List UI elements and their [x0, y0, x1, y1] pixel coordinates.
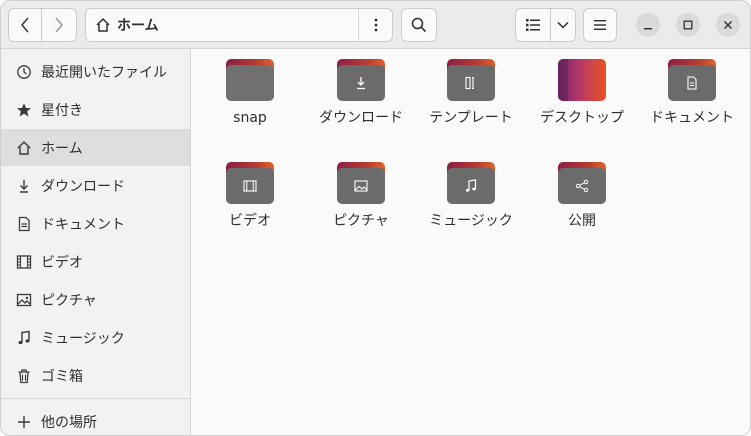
home-icon — [96, 17, 110, 32]
file-item-templates[interactable]: テンプレート — [421, 59, 521, 130]
file-item-desktop[interactable]: デスクトップ — [532, 59, 632, 130]
sidebar-item-videos[interactable]: ビデオ — [1, 243, 190, 280]
desktop-folder-icon — [558, 59, 606, 101]
file-item-videos[interactable]: ビデオ — [200, 162, 300, 233]
sidebar-item-recent[interactable]: 最近開いたファイル — [1, 53, 190, 90]
video-icon — [16, 254, 32, 270]
sidebar: 最近開いたファイル 星付き ホーム ダウンロード ドキュメント ビデオ ピクチャ… — [1, 49, 191, 435]
path-menu-button[interactable] — [358, 9, 392, 41]
folder-icon — [226, 59, 274, 101]
sidebar-item-other-locations[interactable]: 他の場所 — [1, 403, 190, 435]
download-icon — [16, 178, 32, 194]
public-folder-icon — [558, 162, 606, 204]
sidebar-item-label: ビデオ — [41, 254, 83, 271]
plus-icon — [16, 414, 32, 430]
maximize-button[interactable] — [676, 13, 700, 37]
chevron-left-icon — [20, 17, 29, 33]
sidebar-item-label: ゴミ箱 — [41, 368, 83, 385]
sidebar-item-documents[interactable]: ドキュメント — [1, 205, 190, 242]
hamburger-menu-icon — [594, 20, 606, 30]
sidebar-item-label: ドキュメント — [41, 216, 125, 233]
list-view-icon — [526, 19, 540, 31]
close-button[interactable] — [716, 13, 740, 37]
main-menu-button[interactable] — [583, 8, 617, 42]
chevron-right-icon — [55, 17, 64, 33]
file-item-downloads[interactable]: ダウンロード — [311, 59, 411, 130]
file-item-music[interactable]: ミュージック — [421, 162, 521, 233]
path-bar[interactable]: ホーム — [85, 8, 393, 42]
sidebar-item-music[interactable]: ミュージック — [1, 319, 190, 356]
file-item-pictures[interactable]: ピクチャ — [311, 162, 411, 233]
header-bar: ホーム — [1, 1, 750, 49]
maximize-icon — [683, 20, 693, 30]
file-label: ダウンロード — [319, 110, 403, 126]
sidebar-item-downloads[interactable]: ダウンロード — [1, 167, 190, 204]
file-label: ビデオ — [229, 213, 271, 229]
search-button[interactable] — [401, 8, 437, 42]
file-item-documents[interactable]: ドキュメント — [642, 59, 742, 130]
forward-button[interactable] — [41, 8, 77, 42]
documents-folder-icon — [668, 59, 716, 101]
music-folder-icon — [447, 162, 495, 204]
search-icon — [411, 17, 427, 33]
vertical-dots-icon — [374, 18, 377, 32]
sidebar-item-label: 星付き — [41, 102, 83, 119]
sidebar-item-label: ピクチャ — [41, 292, 97, 309]
sidebar-item-label: ホーム — [41, 140, 83, 157]
sidebar-item-label: ダウンロード — [41, 178, 125, 195]
sidebar-item-label: ミュージック — [41, 330, 125, 347]
document-icon — [16, 216, 32, 232]
file-label: デスクトップ — [540, 110, 624, 126]
recent-icon — [16, 64, 32, 80]
download-folder-icon — [337, 59, 385, 101]
music-icon — [16, 330, 32, 346]
back-button[interactable] — [8, 8, 42, 42]
videos-folder-icon — [226, 162, 274, 204]
minimize-button[interactable] — [636, 13, 660, 37]
sidebar-item-pictures[interactable]: ピクチャ — [1, 281, 190, 318]
file-label: 公開 — [568, 213, 596, 229]
pictures-folder-icon — [337, 162, 385, 204]
trash-icon — [16, 368, 32, 384]
file-manager-window: ホーム 最近開いたファイル 星付き ホーム ダウンロード ドキュメント ビデオ … — [0, 0, 751, 436]
file-label: ドキュメント — [650, 110, 734, 126]
picture-icon — [16, 292, 32, 308]
sidebar-item-starred[interactable]: 星付き — [1, 91, 190, 128]
star-icon — [16, 102, 32, 118]
minimize-icon — [644, 28, 652, 30]
path-label: ホーム — [117, 18, 159, 34]
chevron-down-icon — [557, 21, 569, 29]
path-home-segment[interactable]: ホーム — [86, 9, 358, 41]
sidebar-divider — [1, 398, 190, 399]
templates-folder-icon — [447, 59, 495, 101]
file-label: ピクチャ — [333, 213, 389, 229]
file-item-snap[interactable]: snap — [200, 59, 300, 130]
close-icon — [724, 21, 732, 29]
sidebar-item-home[interactable]: ホーム — [1, 129, 190, 166]
view-options-dropdown[interactable] — [550, 8, 576, 42]
file-label: ミュージック — [429, 213, 513, 229]
view-toggle-button[interactable] — [515, 8, 551, 42]
file-item-public[interactable]: 公開 — [532, 162, 632, 233]
home-icon — [16, 140, 32, 156]
sidebar-item-label: 最近開いたファイル — [41, 64, 167, 81]
file-label: snap — [233, 110, 267, 126]
file-grid: snap ダウンロード テンプレート デスクトップ ドキュメント ビデオ ピクチ… — [192, 49, 750, 435]
file-label: テンプレート — [429, 110, 513, 126]
sidebar-item-trash[interactable]: ゴミ箱 — [1, 357, 190, 394]
sidebar-item-label: 他の場所 — [41, 414, 97, 431]
